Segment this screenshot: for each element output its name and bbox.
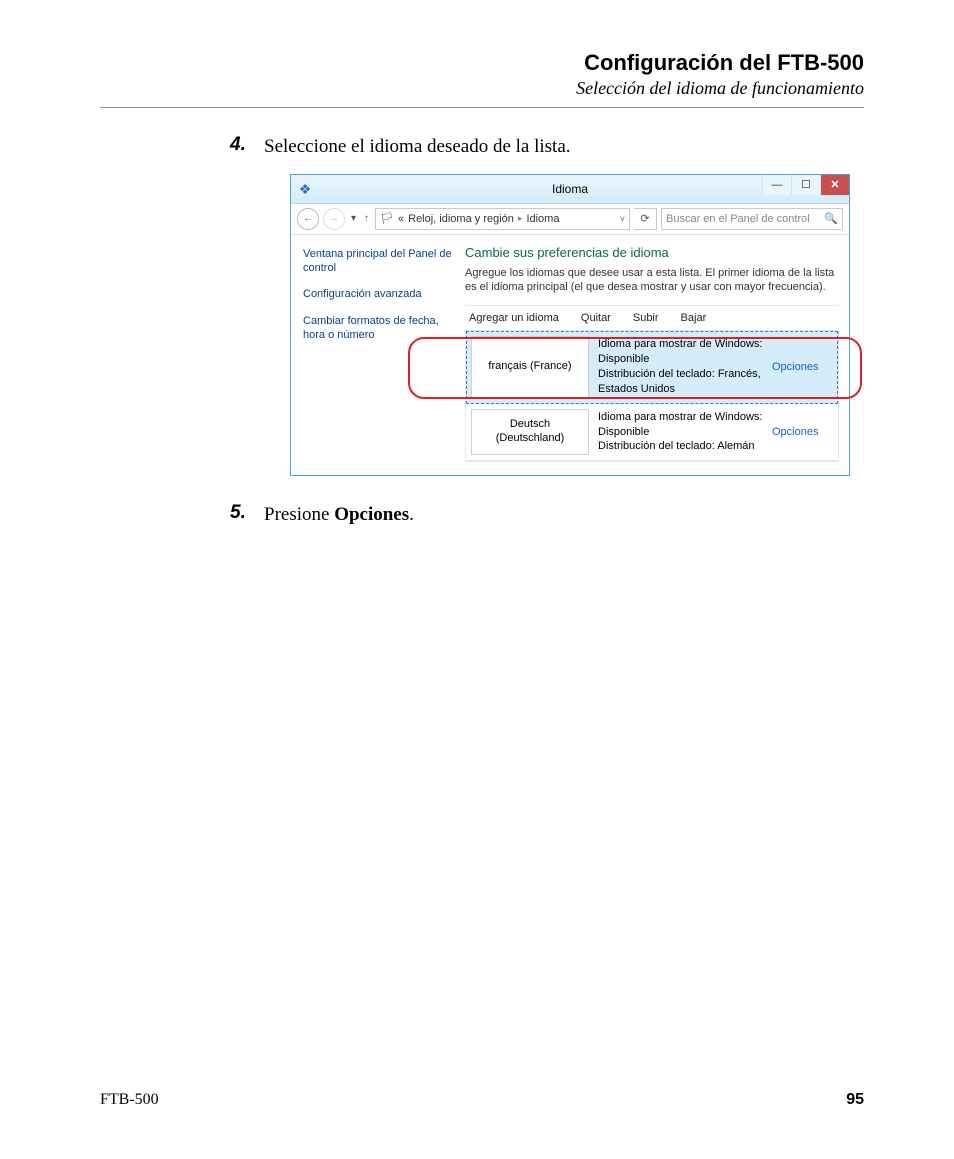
main-panel: Cambie sus preferencias de idioma Agregu… (463, 235, 849, 475)
move-up-link[interactable]: Subir (633, 312, 659, 324)
language-list: ˄ français (France) Idioma para mostrar … (465, 331, 839, 462)
remove-link[interactable]: Quitar (581, 312, 611, 324)
step-5-text: Presione Opciones. (264, 502, 414, 528)
breadcrumb-prefix: « (398, 213, 404, 225)
step-5-number: 5. (230, 502, 264, 528)
step-4: 4. Seleccione el idioma deseado de la li… (230, 134, 864, 160)
sidebar-link-advanced[interactable]: Configuración avanzada (303, 287, 453, 301)
search-placeholder: Buscar en el Panel de control (666, 213, 810, 225)
search-input[interactable]: Buscar en el Panel de control 🔍 (661, 208, 843, 230)
page-header-subtitle: Selección del idioma de funcionamiento (100, 78, 864, 99)
language-name: français (France) (471, 336, 589, 397)
close-button[interactable]: ✕ (820, 175, 849, 195)
up-button[interactable]: ↑ (362, 213, 371, 224)
minimize-button[interactable]: — (762, 175, 791, 195)
add-language-link[interactable]: Agregar un idioma (469, 312, 559, 324)
flag-icon: 🏳 (380, 212, 394, 225)
language-row-deutsch[interactable]: Deutsch (Deutschland) Idioma para mostra… (466, 404, 838, 462)
step-5: 5. Presione Opciones. (230, 502, 864, 528)
language-name: Deutsch (Deutschland) (471, 409, 589, 456)
maximize-button[interactable]: ☐ (791, 175, 820, 195)
options-link[interactable]: Opciones (772, 426, 818, 438)
refresh-button[interactable]: ⟳ (634, 208, 657, 230)
address-bar: ← → ▾ ↑ 🏳 « Reloj, idioma y región ▸ Idi… (291, 204, 849, 235)
recent-dropdown-icon[interactable]: ▾ (349, 213, 358, 224)
options-link[interactable]: Opciones (772, 361, 818, 373)
breadcrumb[interactable]: 🏳 « Reloj, idioma y región ▸ Idioma ˅ (375, 208, 630, 230)
header-divider (100, 107, 864, 108)
chevron-down-icon[interactable]: ˅ (620, 214, 625, 224)
footer-page-number: 95 (846, 1091, 864, 1109)
breadcrumb-item-2[interactable]: Idioma (526, 213, 559, 225)
language-info: Idioma para mostrar de Windows: Disponib… (594, 404, 772, 461)
sidebar-link-home[interactable]: Ventana principal del Panel de control (303, 247, 453, 276)
back-button[interactable]: ← (297, 208, 319, 230)
screenshot-container: ❖ Idioma — ☐ ✕ ← → ▾ ↑ 🏳 « Reloj, idioma… (290, 174, 848, 476)
chevron-right-icon: ▸ (518, 213, 523, 224)
window-controls: — ☐ ✕ (762, 175, 849, 195)
window: ❖ Idioma — ☐ ✕ ← → ▾ ↑ 🏳 « Reloj, idioma… (290, 174, 850, 476)
step-4-number: 4. (230, 134, 264, 160)
sidebar: Ventana principal del Panel de control C… (291, 235, 463, 475)
page-footer: FTB-500 95 (100, 1091, 864, 1109)
sidebar-link-formats[interactable]: Cambiar formatos de fecha, hora o número (303, 314, 453, 343)
forward-button[interactable]: → (323, 208, 345, 230)
main-title: Cambie sus preferencias de idioma (465, 245, 839, 260)
language-info: Idioma para mostrar de Windows: Disponib… (594, 331, 772, 402)
main-description: Agregue los idiomas que desee usar a est… (465, 266, 839, 296)
breadcrumb-item-1[interactable]: Reloj, idioma y región (408, 213, 514, 225)
step-4-text: Seleccione el idioma deseado de la lista… (264, 134, 571, 160)
titlebar: ❖ Idioma — ☐ ✕ (291, 175, 849, 204)
page-header-title: Configuración del FTB-500 (100, 50, 864, 76)
move-down-link[interactable]: Bajar (681, 312, 707, 324)
search-icon: 🔍 (824, 212, 838, 225)
footer-model: FTB-500 (100, 1091, 159, 1109)
language-row-francais[interactable]: français (France) Idioma para mostrar de… (466, 331, 838, 403)
toolbar: Agregar un idioma Quitar Subir Bajar (465, 305, 839, 331)
